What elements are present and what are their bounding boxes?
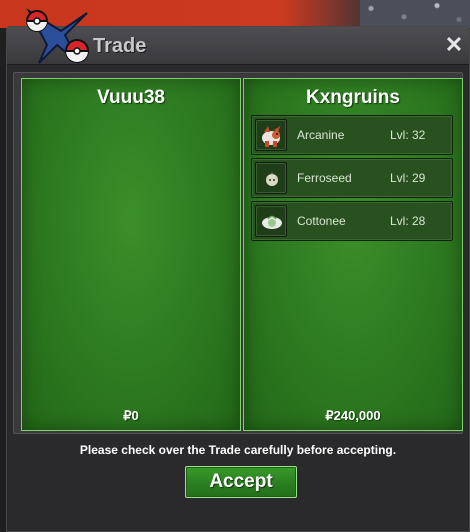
game-background-noise: [360, 0, 470, 28]
title-bar[interactable]: Trade ✕: [7, 8, 469, 65]
my-trainer-name: Vuuu38: [97, 87, 165, 108]
my-offer-panel: Vuuu38 ₽0: [21, 78, 241, 431]
partner-offer-panel: Kxngruins Arcanine Lvl: 32 Ferroseed Lvl…: [243, 78, 463, 431]
partner-pokemon-list: Arcanine Lvl: 32 Ferroseed Lvl: 29 Cotto…: [251, 115, 453, 244]
pokemon-slot-ferroseed[interactable]: Ferroseed Lvl: 29: [251, 158, 453, 198]
pokemon-level: Lvl: 29: [390, 171, 426, 185]
trade-notice: Please check over the Trade carefully be…: [79, 443, 397, 457]
cottonee-sprite-icon: [255, 205, 287, 237]
partner-money-offer: ₽240,000: [325, 408, 381, 423]
arcanine-sprite-icon: [255, 119, 287, 151]
trade-panels-frame: Vuuu38 ₽0 Kxngruins Arcanine Lvl: 32 Fer…: [13, 72, 463, 434]
pokemon-name: Ferroseed: [297, 171, 352, 185]
pokemon-slot-arcanine[interactable]: Arcanine Lvl: 32: [251, 115, 453, 155]
window-title: Trade: [93, 35, 147, 57]
accept-button[interactable]: Accept: [185, 466, 297, 498]
trade-window: Trade ✕ Vuuu38 ₽0 Kxngruins Arcanine Lvl…: [6, 8, 470, 532]
pokemon-name: Arcanine: [297, 128, 345, 142]
my-money-offer: ₽0: [123, 408, 139, 423]
pokeball-logo-icon: [26, 8, 89, 64]
partner-trainer-name: Kxngruins: [306, 87, 400, 108]
close-icon[interactable]: ✕: [443, 34, 465, 56]
ferroseed-sprite-icon: [255, 162, 287, 194]
pokemon-level: Lvl: 32: [390, 128, 426, 142]
pokemon-slot-cottonee[interactable]: Cottonee Lvl: 28: [251, 201, 453, 241]
pokemon-name: Cottonee: [297, 214, 346, 228]
pokemon-level: Lvl: 28: [390, 214, 426, 228]
